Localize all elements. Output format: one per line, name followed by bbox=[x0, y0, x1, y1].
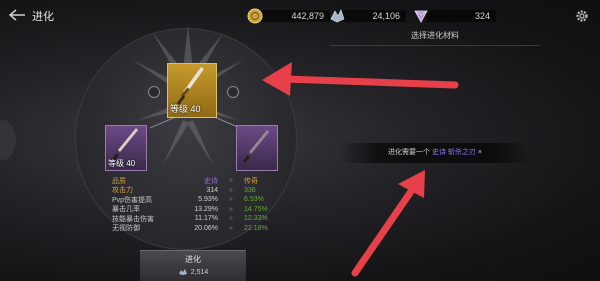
currency-gem-value: 324 bbox=[426, 10, 496, 22]
stat-arrow: » bbox=[229, 196, 233, 204]
stat-next: 336 bbox=[244, 186, 256, 194]
main-item-level: 等级 40 bbox=[170, 104, 201, 114]
annotation-arrow-up bbox=[351, 186, 416, 277]
main-item-slot[interactable]: 等级 40 bbox=[167, 63, 217, 118]
stat-current: 11.17% bbox=[194, 215, 218, 223]
requirement-item[interactable]: 史诗 斩杀之刃 bbox=[432, 149, 476, 156]
page-title: 进化 bbox=[32, 11, 54, 23]
stat-label: 无视防御 bbox=[112, 225, 140, 233]
evolve-button[interactable]: 进化 2,514 bbox=[140, 250, 246, 281]
sword-icon bbox=[242, 130, 269, 163]
stat-next: 12.33% bbox=[244, 215, 268, 223]
stat-label: 品质 bbox=[112, 177, 126, 185]
sword-icon bbox=[176, 67, 204, 105]
evolve-cost-value: 2,514 bbox=[190, 268, 209, 276]
stat-next: 22.18% bbox=[244, 224, 268, 232]
stats-row: 暴击几率 13.29% » 14.75% bbox=[112, 205, 292, 215]
stat-current: 史诗 bbox=[204, 177, 218, 185]
crystal-icon bbox=[330, 9, 345, 23]
top-bar: 进化 442,879 24,106 324 bbox=[0, 0, 600, 34]
stat-current: 314 bbox=[206, 186, 218, 194]
requirement-prefix: 进化需要一个 bbox=[388, 149, 431, 156]
currency-crystal: 24,106 bbox=[328, 8, 406, 24]
requirement-suffix: × bbox=[477, 149, 482, 156]
currency-gold-value: 442,879 bbox=[260, 10, 330, 22]
stat-label: Pvp伤害提高 bbox=[112, 196, 153, 204]
stat-arrow: » bbox=[229, 186, 233, 194]
materials-title: 选择进化材料 bbox=[330, 30, 540, 46]
stats-row: 无视防御 20.06% » 22.18% bbox=[112, 224, 292, 234]
currency-crystal-value: 24,106 bbox=[342, 10, 406, 22]
currency-gem: 324 bbox=[412, 8, 496, 24]
requirement-message: 进化需要一个 史诗 斩杀之刃 × bbox=[340, 143, 530, 163]
gold-coin-icon bbox=[247, 8, 263, 24]
gear-icon[interactable] bbox=[575, 9, 589, 23]
link-node-left bbox=[148, 86, 160, 98]
crystal-icon bbox=[178, 269, 187, 275]
gem-icon bbox=[414, 10, 428, 23]
evolve-cost: 2,514 bbox=[140, 268, 246, 276]
sword-icon bbox=[111, 128, 138, 161]
side-tab-handle[interactable] bbox=[0, 120, 16, 160]
stat-next: 6.53% bbox=[244, 196, 264, 204]
stats-table: 品质 史诗 » 传奇 攻击力 314 » 336 Pvp伤害提高 5.93% »… bbox=[112, 176, 292, 233]
input-item-level: 等级 40 bbox=[108, 159, 136, 168]
stat-arrow: » bbox=[229, 177, 233, 185]
stat-arrow: » bbox=[229, 205, 233, 213]
stats-header-row: 品质 史诗 » 传奇 bbox=[112, 176, 292, 186]
evolve-button-label: 进化 bbox=[185, 255, 201, 264]
stats-row: 技能暴击伤害 11.17% » 12.33% bbox=[112, 214, 292, 224]
stat-next: 14.75% bbox=[244, 205, 268, 213]
game-scene: 进化 442,879 24,106 324 选择进化材料 等级 40 等级 40… bbox=[0, 0, 600, 281]
stat-arrow: » bbox=[229, 224, 233, 232]
stat-label: 攻击力 bbox=[112, 187, 133, 195]
currency-gold: 442,879 bbox=[246, 8, 330, 24]
back-arrow-icon[interactable] bbox=[8, 8, 26, 22]
stats-row: Pvp伤害提高 5.93% » 6.53% bbox=[112, 195, 292, 205]
material-item-slot[interactable] bbox=[236, 125, 278, 171]
stat-current: 5.93% bbox=[198, 196, 218, 204]
stat-label: 暴击几率 bbox=[112, 206, 140, 214]
stats-row: 攻击力 314 » 336 bbox=[112, 186, 292, 196]
stat-current: 20.06% bbox=[194, 224, 218, 232]
annotation-arrow-left bbox=[281, 75, 459, 89]
input-item-slot[interactable]: 等级 40 bbox=[105, 125, 147, 171]
stat-arrow: » bbox=[229, 215, 233, 223]
stat-next: 传奇 bbox=[244, 177, 258, 185]
link-node-right bbox=[227, 86, 239, 98]
stat-label: 技能暴击伤害 bbox=[112, 215, 154, 223]
stat-current: 13.29% bbox=[194, 205, 218, 213]
